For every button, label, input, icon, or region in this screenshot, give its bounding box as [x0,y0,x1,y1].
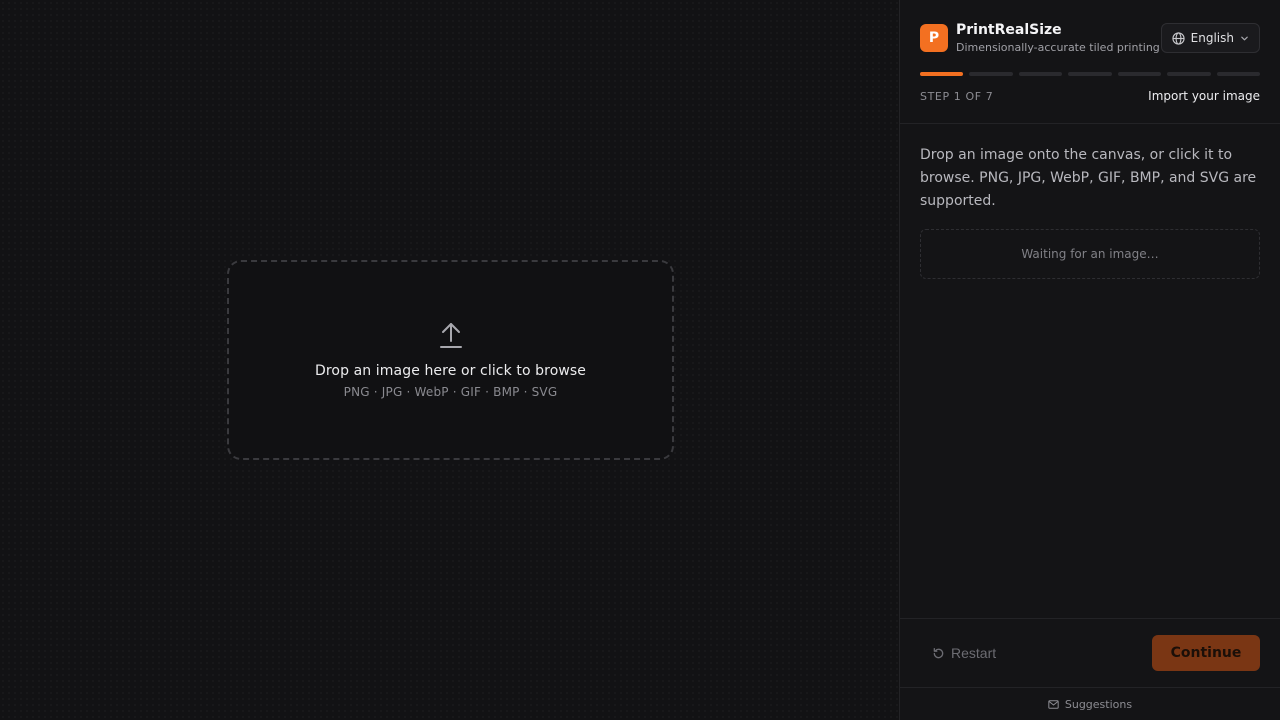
step-title: Import your image [1148,89,1260,103]
image-dropzone[interactable]: Drop an image here or click to browse PN… [227,260,674,460]
app-logo: P [920,24,948,52]
language-label: English [1190,31,1234,45]
dropzone-title: Drop an image here or click to browse [314,363,587,379]
globe-icon [1172,31,1185,45]
app-name: PrintRealSize [956,22,1062,38]
side-panel: P PrintRealSize Dimensionally-accurate t… [899,0,1280,720]
chevron-down-icon [1241,36,1248,40]
panel-header: P PrintRealSize Dimensionally-accurate t… [900,0,1280,124]
dropzone-formats: PNG · JPG · WebP · GIF · BMP · SVG [343,385,558,399]
panel-body: Drop an image onto the canvas, or click … [900,124,1280,299]
continue-button[interactable]: Continue [1152,635,1260,671]
restart-icon [933,647,944,658]
language-selector[interactable]: English [1160,23,1260,53]
app-root: Drop an image here or click to browse PN… [0,0,1280,720]
progress-segment-7 [1216,72,1260,76]
step-counter: STEP 1 OF 7 [920,89,994,103]
waiting-status: Waiting for an image… [920,229,1260,279]
panel-footer: Restart Continue [900,618,1280,688]
app-tagline: Dimensionally-accurate tiled printing [956,41,1160,54]
suggestions-link[interactable]: Suggestions [900,689,1280,720]
step-progress [920,72,1260,76]
restart-button[interactable]: Restart [920,635,1008,671]
brand: P PrintRealSize Dimensionally-accurate t… [920,21,1160,54]
restart-label: Restart [951,645,997,661]
canvas-area[interactable]: Drop an image here or click to browse PN… [0,0,899,720]
progress-segment-3 [1018,72,1063,76]
progress-segment-2 [969,72,1013,76]
progress-segment-1 [920,72,964,76]
progress-segment-5 [1117,72,1162,76]
upload-arrow-icon [439,323,462,348]
step-description: Drop an image onto the canvas, or click … [920,147,1257,209]
progress-segment-6 [1167,72,1211,76]
progress-segment-4 [1068,72,1112,76]
mail-icon [1048,700,1059,709]
suggestions-label: Suggestions [1064,698,1133,711]
